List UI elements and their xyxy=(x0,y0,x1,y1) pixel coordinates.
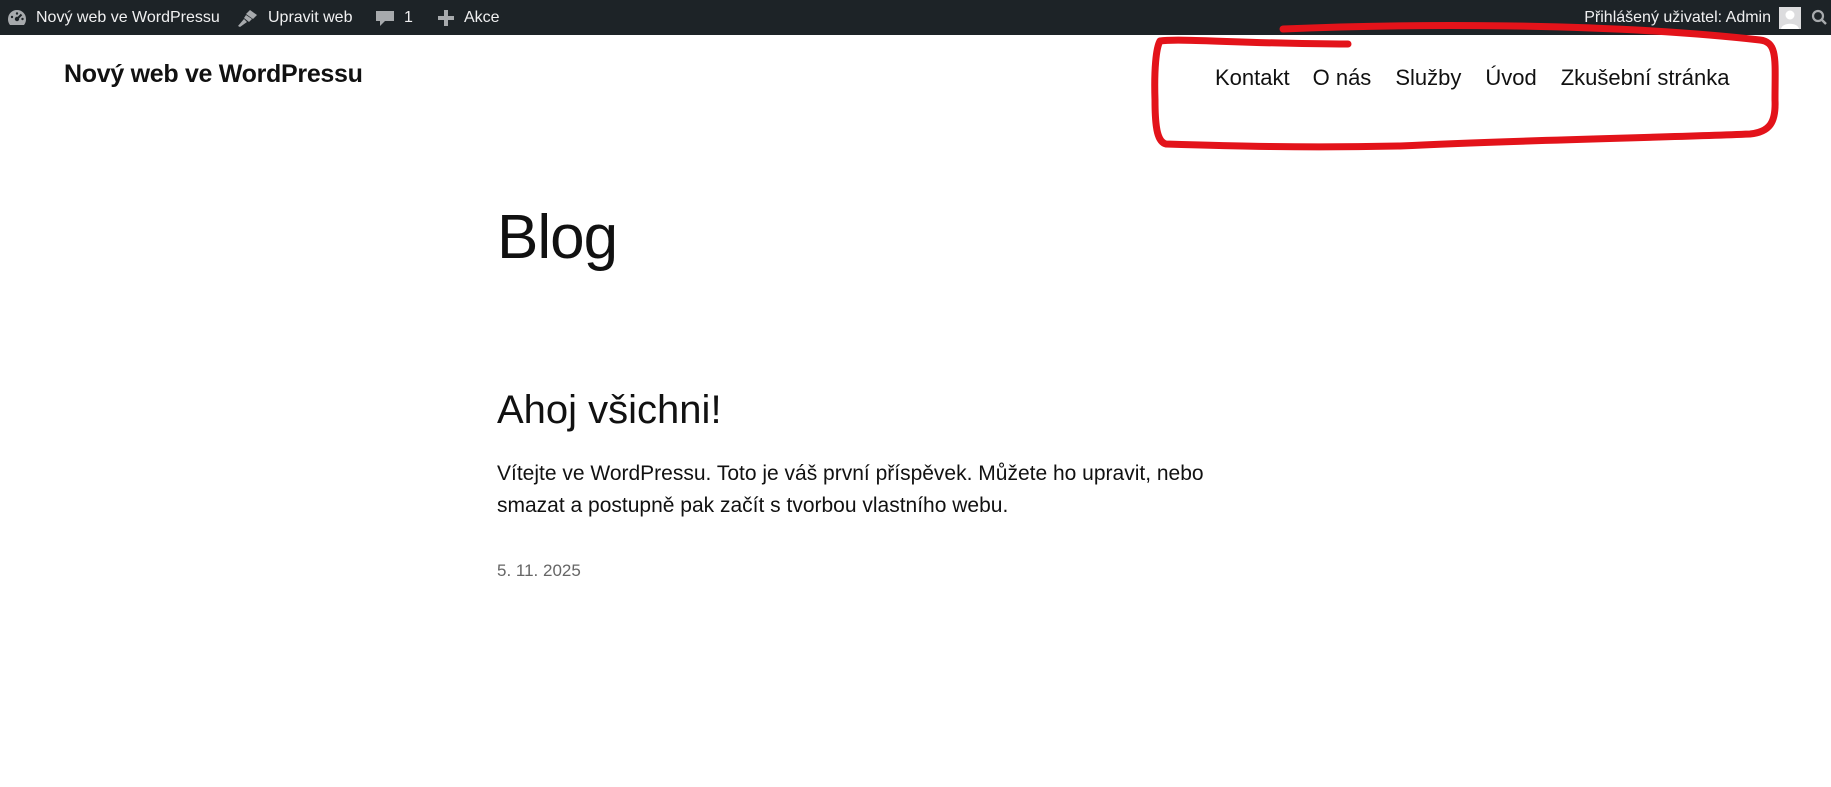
nav-item-kontakt[interactable]: Kontakt xyxy=(1215,65,1290,91)
admin-bar-new-content[interactable]: Akce xyxy=(436,0,500,35)
admin-bar-comments-count: 1 xyxy=(404,8,413,26)
plus-icon xyxy=(436,8,456,28)
wordpress-dashboard-icon xyxy=(6,7,28,29)
admin-bar-search[interactable] xyxy=(1809,0,1831,35)
site-title[interactable]: Nový web ve WordPressu xyxy=(64,60,363,89)
paintbrush-icon xyxy=(236,7,260,29)
admin-bar-site-link[interactable]: Nový web ve WordPressu xyxy=(6,0,220,35)
search-icon xyxy=(1809,9,1827,27)
admin-bar-edit-site[interactable]: Upravit web xyxy=(236,0,352,35)
comment-bubble-icon xyxy=(374,7,396,29)
avatar xyxy=(1779,6,1801,29)
nav-item-uvod[interactable]: Úvod xyxy=(1485,65,1536,91)
page-title: Blog xyxy=(497,203,618,272)
admin-bar-new-label: Akce xyxy=(464,8,500,26)
admin-bar-user-greeting: Přihlášený uživatel: Admin xyxy=(1584,8,1771,26)
admin-bar-site-name: Nový web ve WordPressu xyxy=(36,8,220,26)
post-title[interactable]: Ahoj všichni! xyxy=(497,390,722,430)
admin-bar: Nový web ve WordPressu Upravit web 1 Akc… xyxy=(0,0,1831,35)
red-annotation-outline xyxy=(1151,22,1779,151)
nav-item-sluzby[interactable]: Služby xyxy=(1395,65,1461,91)
admin-bar-user-account[interactable]: Přihlášený uživatel: Admin xyxy=(1584,0,1801,35)
nav-item-zkusebni-stranka[interactable]: Zkušební stránka xyxy=(1561,65,1730,91)
admin-bar-comments[interactable]: 1 xyxy=(374,0,413,35)
post-excerpt: Vítejte ve WordPressu. Toto je váš první… xyxy=(497,462,1204,517)
nav-item-o-nas[interactable]: O nás xyxy=(1313,65,1372,91)
admin-bar-edit-label: Upravit web xyxy=(268,8,353,26)
post-date[interactable]: 5. 11. 2025 xyxy=(497,561,581,581)
main-navigation: Kontakt O nás Služby Úvod Zkušební strán… xyxy=(1215,65,1729,91)
